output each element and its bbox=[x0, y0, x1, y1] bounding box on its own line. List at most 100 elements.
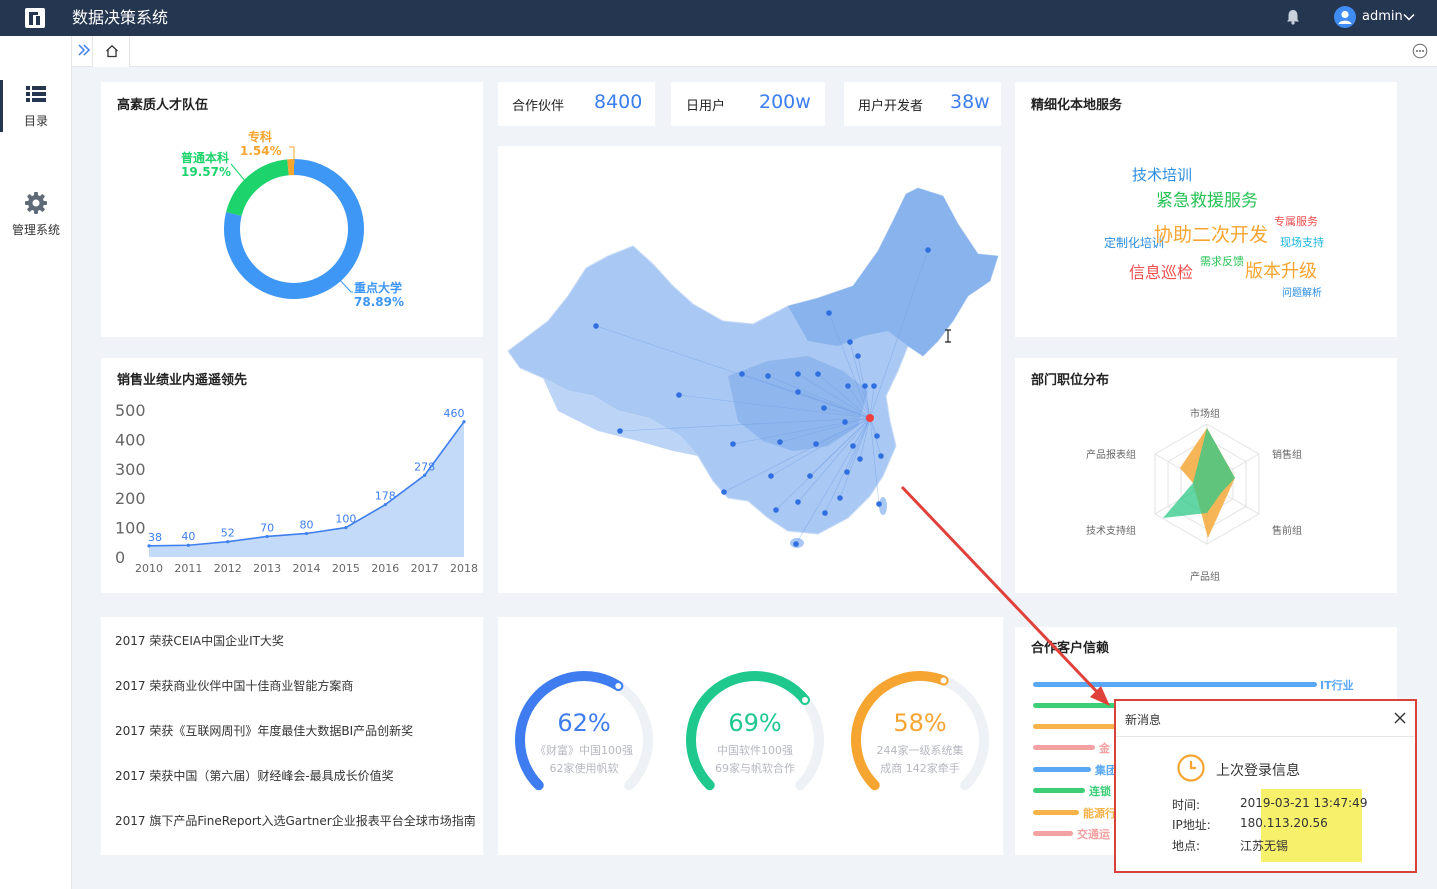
slice-label-university-name: 重点大学 bbox=[354, 280, 402, 295]
map-city-dot[interactable] bbox=[768, 473, 774, 479]
sales-point[interactable] bbox=[147, 544, 151, 548]
app-logo-icon[interactable] bbox=[24, 7, 46, 29]
expand-sidebar-icon[interactable] bbox=[76, 42, 92, 58]
map-city-dot[interactable] bbox=[862, 383, 868, 389]
sales-point[interactable] bbox=[226, 540, 230, 544]
map-city-dot[interactable] bbox=[617, 428, 623, 434]
trust-bar bbox=[1033, 682, 1317, 687]
trust-bar-label: 能源行 bbox=[1083, 806, 1116, 820]
y-tick-label: 300 bbox=[115, 460, 146, 479]
gauge-percent: 69% bbox=[728, 709, 781, 737]
map-city-dot[interactable] bbox=[850, 443, 856, 449]
map-city-dot[interactable] bbox=[793, 541, 799, 547]
gauge-caption-line1: 《财富》中国100强 bbox=[535, 743, 633, 757]
gauge-percent: 62% bbox=[557, 709, 610, 737]
gauge-knob bbox=[938, 675, 949, 686]
avatar[interactable] bbox=[1334, 6, 1356, 28]
map-city-dot[interactable] bbox=[857, 456, 863, 462]
x-tick-label: 2012 bbox=[214, 562, 242, 575]
sales-point[interactable] bbox=[344, 526, 348, 530]
radar-axis-label: 技术支持组 bbox=[1086, 524, 1136, 537]
sales-point[interactable] bbox=[304, 531, 309, 536]
map-city-dot[interactable] bbox=[821, 405, 827, 411]
map-city-dot[interactable] bbox=[795, 371, 801, 377]
more-options-icon[interactable] bbox=[1412, 43, 1428, 59]
map-city-dot[interactable] bbox=[842, 419, 848, 425]
map-city-dot[interactable] bbox=[765, 373, 771, 379]
home-icon bbox=[106, 44, 118, 58]
sidebar-item-catalog[interactable]: 目录 bbox=[0, 82, 72, 129]
word-cloud-word: 需求反馈 bbox=[1200, 255, 1244, 268]
map-city-dot[interactable] bbox=[807, 473, 813, 479]
tab-home[interactable] bbox=[92, 36, 130, 67]
map-city-dot[interactable] bbox=[847, 339, 853, 345]
map-city-dot[interactable] bbox=[813, 441, 819, 447]
sales-point[interactable] bbox=[383, 503, 387, 507]
map-city-dot[interactable] bbox=[878, 453, 884, 459]
map-city-dot[interactable] bbox=[874, 433, 880, 439]
map-city-dot[interactable] bbox=[826, 310, 832, 316]
sales-point[interactable] bbox=[423, 473, 427, 477]
trust-bar bbox=[1033, 703, 1123, 708]
gauge-percent: 58% bbox=[893, 709, 946, 737]
kpi-label: 用户开发者 bbox=[858, 99, 924, 114]
map-city-dot[interactable] bbox=[795, 389, 801, 395]
sales-data-label: 460 bbox=[444, 407, 465, 420]
sales-point[interactable] bbox=[462, 420, 466, 424]
map-city-dot[interactable] bbox=[871, 383, 877, 389]
map-city-dot[interactable] bbox=[837, 495, 843, 501]
popup-header: 新消息 bbox=[1116, 701, 1415, 737]
word-cloud-word: 信息巡检 bbox=[1129, 263, 1193, 282]
map-city-dot[interactable] bbox=[676, 392, 682, 398]
award-item: 2017 荣获中国（第六届）财经峰会-最具成长价值奖 bbox=[115, 769, 394, 783]
trust-bar-label: IT行业 bbox=[1320, 678, 1354, 692]
radar-axis-label: 售前组 bbox=[1272, 524, 1302, 537]
map-city-dot[interactable] bbox=[730, 441, 736, 447]
map-city-dot[interactable] bbox=[777, 439, 783, 445]
slice-label-undergrad-pct: 19.57% bbox=[181, 165, 231, 179]
info-label-location: 地点: bbox=[1172, 839, 1201, 853]
chevron-down-icon[interactable] bbox=[1402, 10, 1416, 24]
sales-point[interactable] bbox=[265, 534, 269, 539]
kpi-partners: 合作伙伴 8400 bbox=[498, 82, 655, 126]
map-city-dot[interactable] bbox=[876, 501, 882, 507]
username[interactable]: admin bbox=[1362, 8, 1403, 26]
map-city-dot[interactable] bbox=[721, 489, 727, 495]
map-city-dot[interactable] bbox=[844, 469, 850, 475]
gauge-caption-line2: 62家使用帆软 bbox=[550, 761, 619, 775]
map-city-dot[interactable] bbox=[925, 247, 931, 253]
map-origin-marker[interactable] bbox=[866, 414, 874, 422]
gauge-knob bbox=[799, 694, 810, 705]
trust-bar bbox=[1033, 767, 1091, 772]
map-city-dot[interactable] bbox=[739, 371, 745, 377]
map-city-dot[interactable] bbox=[593, 323, 599, 329]
sales-area bbox=[149, 421, 464, 557]
gauge-knob bbox=[613, 680, 624, 691]
map-city-dot[interactable] bbox=[795, 499, 801, 505]
close-icon[interactable] bbox=[1393, 711, 1407, 725]
china-map bbox=[507, 187, 999, 548]
word-cloud-word: 协助二次开发 bbox=[1154, 224, 1268, 246]
donut-slice-1[interactable] bbox=[226, 159, 290, 217]
info-value-ip: 180.113.20.56 bbox=[1240, 816, 1328, 830]
x-tick-label: 2014 bbox=[293, 562, 321, 575]
sales-data-label: 100 bbox=[335, 513, 356, 526]
sidebar-item-admin[interactable]: 管理系统 bbox=[0, 191, 72, 238]
map-city-dot[interactable] bbox=[815, 371, 821, 377]
x-tick-label: 2011 bbox=[174, 562, 202, 575]
map-city-dot[interactable] bbox=[822, 510, 828, 516]
top-bar: 数据决策系统 admin bbox=[0, 0, 1437, 36]
map-city-dot[interactable] bbox=[773, 507, 779, 513]
map-city-dot[interactable] bbox=[845, 383, 851, 389]
slice-label-specialty-pct: 1.54% bbox=[240, 144, 282, 158]
radar-axis-label: 产品报表组 bbox=[1086, 448, 1136, 461]
x-tick-label: 2015 bbox=[332, 562, 360, 575]
sales-point[interactable] bbox=[186, 543, 190, 547]
x-tick-label: 2016 bbox=[371, 562, 399, 575]
bell-icon[interactable] bbox=[1284, 8, 1302, 26]
y-tick-label: 500 bbox=[115, 401, 146, 420]
kpi-label: 日用户 bbox=[686, 99, 726, 114]
radar-axis-label: 销售组 bbox=[1272, 448, 1302, 461]
sales-card: 销售业绩业内遥遥领先 500 400 300 200 100 0 2010 2011 2012 2… bbox=[101, 358, 483, 593]
map-city-dot[interactable] bbox=[855, 353, 861, 359]
